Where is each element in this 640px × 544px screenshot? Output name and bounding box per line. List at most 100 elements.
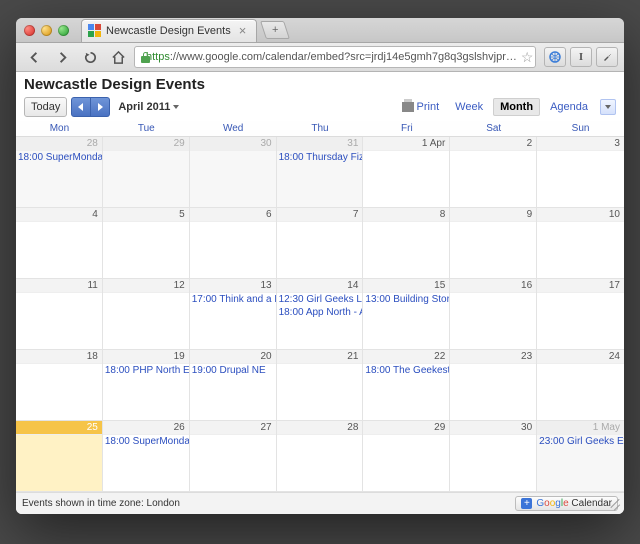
calendar-cell[interactable]: 2	[450, 137, 537, 208]
resize-handle[interactable]	[609, 499, 621, 511]
view-month[interactable]: Month	[493, 98, 540, 116]
calendar-cell[interactable]: 1918:00 PHP North East	[103, 350, 190, 421]
tab-strip: Newcastle Design Events × +	[16, 18, 624, 43]
cell-date: 7	[277, 208, 363, 222]
cell-date: 3	[537, 137, 624, 151]
globe-icon[interactable]	[544, 47, 566, 67]
window-minimize[interactable]	[41, 25, 52, 36]
window-close[interactable]	[24, 25, 35, 36]
tab-close-icon[interactable]: ×	[239, 23, 247, 38]
calendar-event[interactable]: 18:00 Thursday Fizz	[277, 151, 363, 164]
calendar-cell[interactable]: 30	[190, 137, 277, 208]
calendar-event[interactable]: 18:00 SuperMonday	[103, 435, 189, 448]
calendar-cell[interactable]: 24	[537, 350, 624, 421]
calendar-toolbar: Today April 2011 Print Week Month Agenda	[16, 95, 624, 121]
calendar-cell[interactable]: 8	[363, 208, 450, 279]
calendar-cell[interactable]: 3118:00 Thursday Fizz	[277, 137, 364, 208]
calendar-cell[interactable]: 2818:00 SuperMonday	[16, 137, 103, 208]
weekday-label: Mon	[16, 123, 103, 134]
new-tab-button[interactable]: +	[260, 21, 290, 39]
calendar-cell[interactable]: 27	[190, 421, 277, 492]
view-week[interactable]: Week	[449, 99, 489, 115]
address-bar[interactable]: https ://www.google.com/calendar/embed?s…	[134, 46, 536, 68]
prev-month-button[interactable]	[71, 97, 91, 117]
window-zoom[interactable]	[58, 25, 69, 36]
calendar-cell[interactable]: 12	[103, 279, 190, 350]
cell-date: 19	[103, 350, 189, 364]
calendar-cell[interactable]: 28	[277, 421, 364, 492]
cell-date: 4	[16, 208, 102, 222]
chevron-down-icon	[173, 105, 179, 109]
calendar-cell[interactable]: 9	[450, 208, 537, 279]
next-month-button[interactable]	[91, 97, 110, 117]
calendar-cell[interactable]: 21	[277, 350, 364, 421]
calendar-event[interactable]: 12:30 Girl Geeks Lunch	[277, 293, 363, 306]
cell-date: 5	[103, 208, 189, 222]
weekday-label: Wed	[190, 123, 277, 134]
calendar-cell[interactable]: 4	[16, 208, 103, 279]
calendar-cell[interactable]: 29	[103, 137, 190, 208]
weekday-label: Tue	[103, 123, 190, 134]
calendar-cell[interactable]: 17	[537, 279, 624, 350]
cell-date: 8	[363, 208, 449, 222]
calendar-cell[interactable]: 7	[277, 208, 364, 279]
bookmark-star-icon[interactable]: ☆	[521, 49, 534, 66]
calendar-cell[interactable]: 30	[450, 421, 537, 492]
calendar-cell[interactable]: 1513:00 Building Store	[363, 279, 450, 350]
view-agenda[interactable]: Agenda	[544, 99, 594, 115]
reload-button[interactable]	[78, 47, 102, 67]
weekday-label: Thu	[277, 123, 364, 134]
home-button[interactable]	[106, 47, 130, 67]
forward-button[interactable]	[50, 47, 74, 67]
google-calendar-button[interactable]: + Google Calendar	[515, 496, 618, 511]
cell-date: 24	[537, 350, 624, 364]
calendar-event[interactable]: 18:00 The Geekest	[363, 364, 449, 377]
weekday-label: Sat	[450, 123, 537, 134]
cell-date: 18	[16, 350, 102, 364]
view-menu-button[interactable]	[600, 99, 616, 115]
calendar-cell[interactable]: 23	[450, 350, 537, 421]
calendar-cell[interactable]: 1412:30 Girl Geeks Lunch18:00 App North …	[277, 279, 364, 350]
calendar-event[interactable]: 18:00 SuperMonday	[16, 151, 102, 164]
page-title: Newcastle Design Events	[16, 72, 624, 95]
print-button[interactable]: Print	[402, 101, 440, 113]
calendar-event[interactable]: 18:00 App North - A	[277, 306, 363, 319]
calendar-event[interactable]: 13:00 Building Store	[363, 293, 449, 306]
wrench-icon[interactable]	[596, 47, 618, 67]
calendar-cell[interactable]: 1 Apr	[363, 137, 450, 208]
calendar-cell[interactable]: 3	[537, 137, 624, 208]
calendar-cell[interactable]: 11	[16, 279, 103, 350]
cell-date: 9	[450, 208, 536, 222]
calendar-cell[interactable]: 2618:00 SuperMonday	[103, 421, 190, 492]
calendar-cell[interactable]: 1 May23:00 Girl Geeks Event	[537, 421, 624, 492]
cell-date: 29	[103, 137, 189, 151]
calendar-cell[interactable]: 2218:00 The Geekest	[363, 350, 450, 421]
calendar-cell[interactable]: 16	[450, 279, 537, 350]
calendar-cell[interactable]: 29	[363, 421, 450, 492]
calendar-cell[interactable]: 1317:00 Think and a Drink	[190, 279, 277, 350]
month-nav	[71, 97, 110, 117]
cell-date: 29	[363, 421, 449, 435]
calendar-event[interactable]: 19:00 Drupal NE	[190, 364, 276, 377]
browser-tab[interactable]: Newcastle Design Events ×	[81, 19, 257, 42]
cell-date: 14	[277, 279, 363, 293]
calendar-cell[interactable]: 5	[103, 208, 190, 279]
month-label: April 2011	[118, 101, 170, 113]
calendar-event[interactable]: 23:00 Girl Geeks Event	[537, 435, 624, 448]
calendar-cell[interactable]: 6	[190, 208, 277, 279]
today-button[interactable]: Today	[24, 97, 67, 117]
calendar-cell[interactable]: 18	[16, 350, 103, 421]
calendar-cell[interactable]: 25	[16, 421, 103, 492]
calendar-cell[interactable]: 10	[537, 208, 624, 279]
calendar-event[interactable]: 17:00 Think and a Drink	[190, 293, 276, 306]
calendar-event[interactable]: 18:00 PHP North East	[103, 364, 189, 377]
toolbar: https ://www.google.com/calendar/embed?s…	[16, 43, 624, 72]
month-picker[interactable]: April 2011	[118, 101, 179, 113]
calendar-cell[interactable]: 2019:00 Drupal NE	[190, 350, 277, 421]
serif-i-icon[interactable]: I	[570, 47, 592, 67]
back-button[interactable]	[22, 47, 46, 67]
print-icon	[402, 102, 414, 112]
favicon-icon	[88, 24, 101, 37]
extensions: I	[544, 47, 618, 67]
weekday-label: Fri	[363, 123, 450, 134]
